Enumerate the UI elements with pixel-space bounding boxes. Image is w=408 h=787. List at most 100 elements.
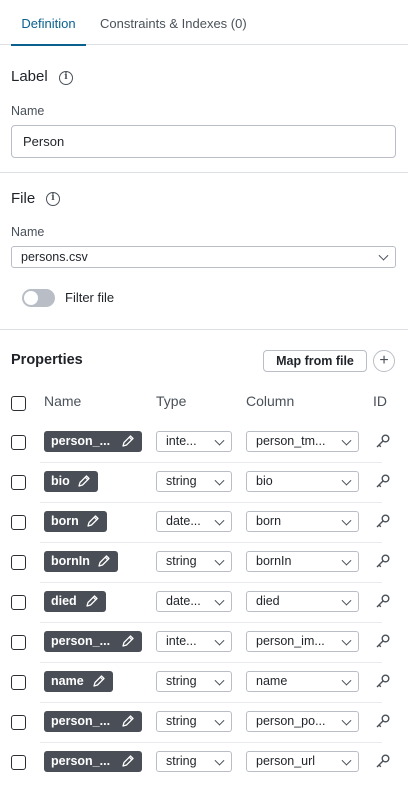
property-column-select[interactable]: person_po...: [246, 711, 359, 732]
file-name-label: Name: [11, 225, 45, 239]
row-checkbox[interactable]: [11, 715, 26, 730]
property-column-value: born: [256, 514, 282, 528]
property-name-pill[interactable]: person_...: [44, 631, 142, 652]
property-name-pill[interactable]: born: [44, 511, 107, 532]
key-icon[interactable]: [375, 713, 391, 729]
pencil-icon[interactable]: [121, 754, 135, 768]
key-icon[interactable]: [375, 673, 391, 689]
property-type-select[interactable]: string: [156, 471, 232, 492]
tab-constraints-indexes[interactable]: Constraints & Indexes (0): [100, 0, 247, 45]
property-type-select[interactable]: string: [156, 751, 232, 772]
file-select-value: persons.csv: [21, 250, 88, 264]
chevron-down-icon: [341, 595, 352, 606]
property-column-value: bio: [256, 474, 273, 488]
chevron-down-icon: [341, 475, 352, 486]
chevron-down-icon: [341, 515, 352, 526]
row-checkbox[interactable]: [11, 475, 26, 490]
property-type-value: string: [166, 754, 197, 768]
property-name-pill[interactable]: died: [44, 591, 106, 612]
property-column-select[interactable]: person_tm...: [246, 431, 359, 452]
property-type-select[interactable]: inte...: [156, 431, 232, 452]
property-column-value: person_po...: [256, 714, 326, 728]
key-icon[interactable]: [375, 473, 391, 489]
pencil-icon[interactable]: [92, 674, 106, 688]
property-name: died: [51, 594, 77, 608]
property-row: died date... died: [0, 583, 408, 623]
property-row: bornIn string bornIn: [0, 543, 408, 583]
property-row: name string name: [0, 663, 408, 703]
column-header-name: Name: [44, 393, 82, 409]
file-section-title: File: [11, 190, 36, 207]
property-column-select[interactable]: died: [246, 591, 359, 612]
row-checkbox[interactable]: [11, 755, 26, 770]
property-name: person_...: [51, 754, 111, 768]
row-checkbox[interactable]: [11, 635, 26, 650]
pencil-icon[interactable]: [121, 714, 135, 728]
column-header-id: ID: [373, 393, 387, 409]
property-type-value: string: [166, 714, 197, 728]
label-name-input[interactable]: Person: [11, 125, 396, 158]
row-checkbox[interactable]: [11, 515, 26, 530]
add-property-button[interactable]: +: [373, 350, 395, 372]
info-icon[interactable]: i: [46, 192, 60, 206]
property-name-pill[interactable]: bornIn: [44, 551, 118, 572]
property-name-pill[interactable]: name: [44, 671, 113, 692]
property-name: bornIn: [51, 554, 90, 568]
property-row: person_... inte... person_im...: [0, 623, 408, 663]
pencil-icon[interactable]: [97, 554, 111, 568]
chevron-down-icon: [341, 675, 352, 686]
property-name-pill[interactable]: bio: [44, 471, 98, 492]
select-all-checkbox[interactable]: [11, 396, 26, 411]
property-name-pill[interactable]: person_...: [44, 711, 142, 732]
pencil-icon[interactable]: [121, 634, 135, 648]
row-checkbox[interactable]: [11, 675, 26, 690]
property-type-select[interactable]: string: [156, 671, 232, 692]
property-column-select[interactable]: person_im...: [246, 631, 359, 652]
row-checkbox[interactable]: [11, 435, 26, 450]
property-column-value: person_tm...: [256, 434, 326, 448]
pencil-icon[interactable]: [121, 434, 135, 448]
row-checkbox[interactable]: [11, 555, 26, 570]
property-column-select[interactable]: born: [246, 511, 359, 532]
pencil-icon[interactable]: [86, 514, 100, 528]
property-name-pill[interactable]: person_...: [44, 431, 142, 452]
property-type-select[interactable]: date...: [156, 591, 232, 612]
key-icon[interactable]: [375, 553, 391, 569]
chevron-down-icon: [341, 555, 352, 566]
property-column-select[interactable]: bornIn: [246, 551, 359, 572]
key-icon[interactable]: [375, 513, 391, 529]
key-icon[interactable]: [375, 633, 391, 649]
tab-definition[interactable]: Definition: [11, 0, 86, 46]
property-type-select[interactable]: string: [156, 551, 232, 572]
filter-file-toggle[interactable]: [22, 289, 55, 307]
property-column-select[interactable]: person_url: [246, 751, 359, 772]
property-type-select[interactable]: date...: [156, 511, 232, 532]
chevron-down-icon: [214, 555, 225, 566]
property-name-pill[interactable]: person_...: [44, 751, 142, 772]
property-type-value: string: [166, 474, 197, 488]
file-select[interactable]: persons.csv: [11, 246, 396, 268]
property-column-select[interactable]: name: [246, 671, 359, 692]
info-icon[interactable]: i: [59, 71, 73, 85]
toggle-knob: [24, 291, 38, 305]
pencil-icon[interactable]: [77, 474, 91, 488]
property-type-select[interactable]: inte...: [156, 631, 232, 652]
row-checkbox[interactable]: [11, 595, 26, 610]
property-name: name: [51, 674, 84, 688]
key-icon[interactable]: [375, 753, 391, 769]
property-name: person_...: [51, 634, 111, 648]
property-type-select[interactable]: string: [156, 711, 232, 732]
property-column-select[interactable]: bio: [246, 471, 359, 492]
property-type-value: string: [166, 674, 197, 688]
key-icon[interactable]: [375, 433, 391, 449]
chevron-down-icon: [214, 515, 225, 526]
property-row: person_... inte... person_tm...: [0, 423, 408, 463]
property-type-value: date...: [166, 514, 201, 528]
pencil-icon[interactable]: [85, 594, 99, 608]
property-column-value: person_im...: [256, 634, 325, 648]
map-from-file-button[interactable]: Map from file: [263, 350, 367, 372]
property-row: bio string bio: [0, 463, 408, 503]
key-icon[interactable]: [375, 593, 391, 609]
column-header-column: Column: [246, 393, 295, 409]
divider: [0, 329, 408, 330]
